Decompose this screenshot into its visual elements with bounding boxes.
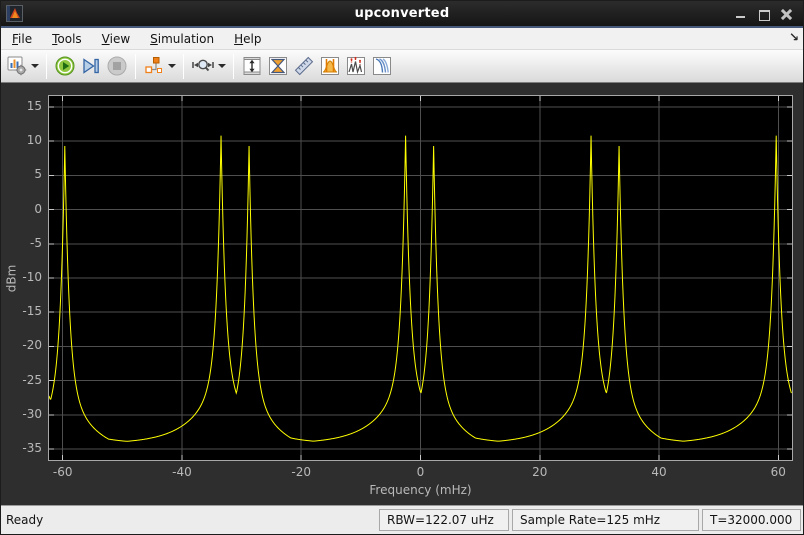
- y-tick-label: 15: [1, 99, 42, 113]
- status-panels: RBW=122.07 uHz Sample Rate=125 mHz T=320…: [379, 509, 801, 531]
- maximize-icon[interactable]: [758, 8, 770, 20]
- spectrum-analyzer-window: upconverted FileToolsViewSimulationHelp ↘: [0, 0, 804, 535]
- toolbar-separator: [135, 54, 136, 79]
- menu-item-view[interactable]: View: [92, 29, 140, 49]
- spectral-mask-button[interactable]: [369, 53, 395, 80]
- dock-icon[interactable]: ↘: [789, 30, 799, 44]
- ruler-icon: [293, 55, 315, 77]
- x-tick-label: -60: [41, 465, 85, 479]
- chevron-down-icon[interactable]: [168, 64, 176, 68]
- zoom-x-icon: [191, 55, 215, 77]
- x-tick-label: -20: [279, 465, 323, 479]
- x-axis-label: Frequency (mHz): [48, 483, 793, 497]
- menu-item-help[interactable]: Help: [224, 29, 271, 49]
- figure-area: dBm 151050-5-10-15-20-25-30-35 -60-40-20…: [1, 83, 803, 505]
- spectrum-plot[interactable]: [48, 95, 793, 461]
- y-tick-label: 5: [1, 167, 42, 181]
- minimize-icon[interactable]: [735, 8, 747, 20]
- toolbar-separator: [183, 54, 184, 79]
- menu-item-file[interactable]: File: [2, 29, 42, 49]
- autoscale-y-button[interactable]: [239, 53, 265, 80]
- toolbar-separator: [233, 54, 234, 79]
- time-readout: T=32000.000: [702, 509, 801, 531]
- menu-item-tools[interactable]: Tools: [42, 29, 92, 49]
- y-tick-label: 10: [1, 133, 42, 147]
- stop-button: [104, 53, 130, 80]
- channel-measurements-icon: [319, 55, 341, 77]
- toolbar: [1, 50, 803, 83]
- status-message: Ready: [3, 513, 43, 527]
- y-tick-label: -5: [1, 236, 42, 250]
- x-tick-label: 20: [518, 465, 562, 479]
- y-tick-label: -35: [1, 441, 42, 455]
- title-bar: upconverted: [1, 1, 803, 28]
- sample-rate-readout: Sample Rate=125 mHz: [512, 509, 699, 531]
- x-tick-label: 60: [756, 465, 800, 479]
- chevron-down-icon[interactable]: [218, 64, 226, 68]
- peak-finder-button[interactable]: [343, 53, 369, 80]
- close-icon[interactable]: [781, 8, 793, 20]
- y-tick-label: -30: [1, 407, 42, 421]
- run-icon: [54, 55, 76, 77]
- spectrum-settings-icon: [6, 55, 28, 77]
- window-hourglass-icon: [267, 55, 289, 77]
- window-settings-button[interactable]: [265, 53, 291, 80]
- spectral-mask-icon: [371, 55, 393, 77]
- y-tick-label: -15: [1, 304, 42, 318]
- autoscale-y-icon: [241, 55, 263, 77]
- x-tick-label: 40: [637, 465, 681, 479]
- stop-icon: [106, 55, 128, 77]
- cursor-measurements-button[interactable]: [291, 53, 317, 80]
- y-tick-label: 0: [1, 202, 42, 216]
- peak-finder-icon: [345, 55, 367, 77]
- signal-selector-button[interactable]: [141, 53, 178, 80]
- spectrum-plot-canvas: [49, 96, 792, 460]
- chevron-down-icon[interactable]: [31, 64, 39, 68]
- window-controls: [735, 8, 803, 20]
- zoom-button[interactable]: [189, 53, 228, 80]
- step-forward-button[interactable]: [78, 53, 104, 80]
- run-button[interactable]: [52, 53, 78, 80]
- step-forward-icon: [80, 55, 102, 77]
- window-title: upconverted: [1, 6, 803, 21]
- menu-bar: FileToolsViewSimulationHelp ↘: [1, 28, 803, 50]
- spectrum-settings-button[interactable]: [4, 53, 41, 80]
- y-tick-label: -20: [1, 338, 42, 352]
- menu-item-simulation[interactable]: Simulation: [140, 29, 224, 49]
- channel-measurements-button[interactable]: [317, 53, 343, 80]
- signal-selector-icon: [143, 55, 165, 77]
- y-tick-label: -10: [1, 270, 42, 284]
- x-tick-label: -40: [160, 465, 204, 479]
- status-bar: Ready RBW=122.07 uHz Sample Rate=125 mHz…: [1, 505, 803, 534]
- rbw-readout: RBW=122.07 uHz: [379, 509, 509, 531]
- toolbar-separator: [46, 54, 47, 79]
- y-tick-label: -25: [1, 373, 42, 387]
- x-tick-label: 0: [399, 465, 443, 479]
